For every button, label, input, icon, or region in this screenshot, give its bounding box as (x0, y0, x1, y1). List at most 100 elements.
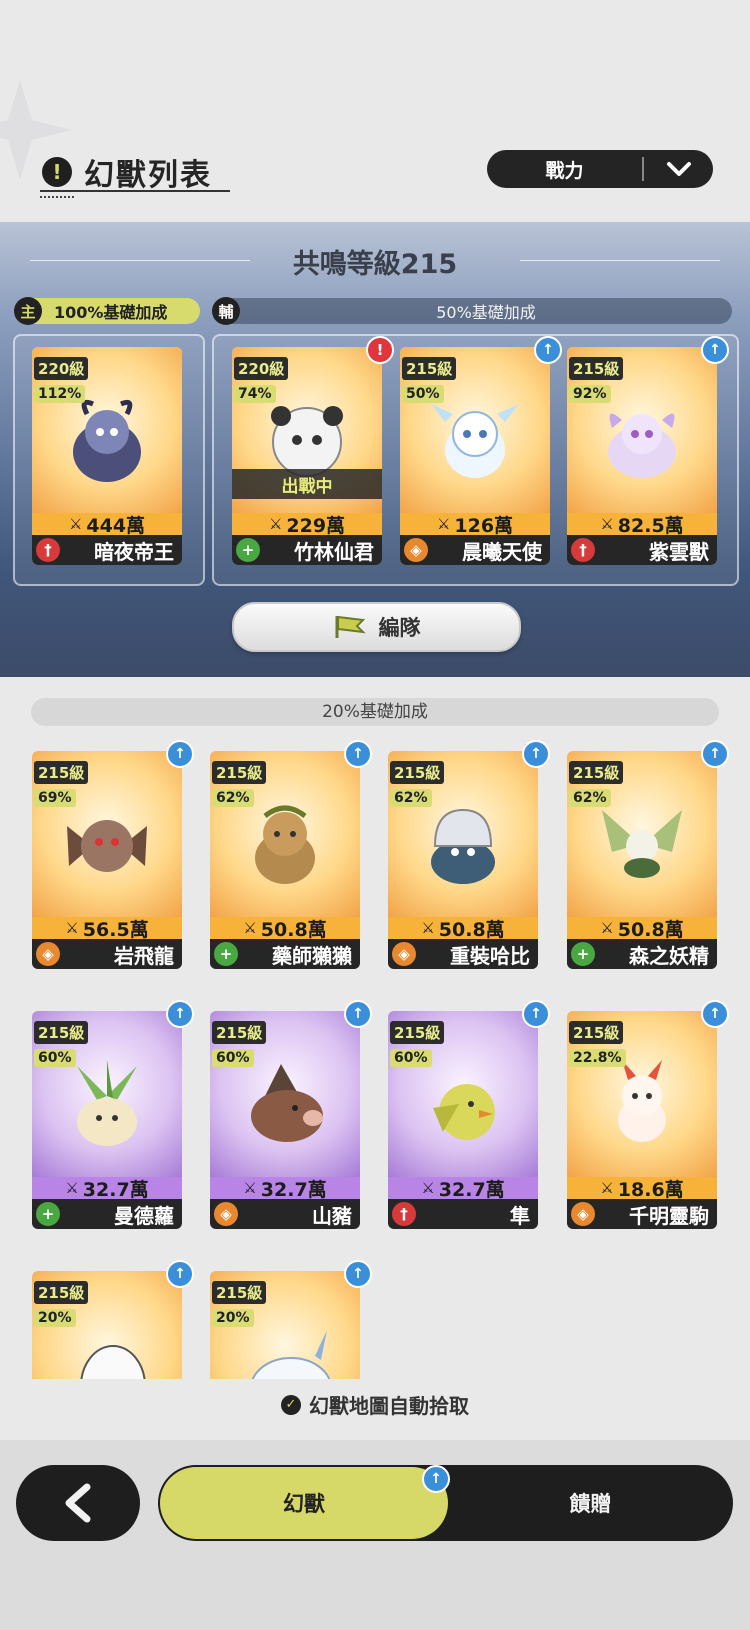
bonus-percent: 62% (212, 789, 254, 807)
beast-portrait (618, 1060, 666, 1142)
level-badge: 215級 (212, 1021, 267, 1044)
bonus-percent: 60% (34, 1049, 76, 1067)
flag-icon (335, 615, 366, 638)
upgrade-arrow-icon[interactable]: ↑ (166, 1000, 194, 1028)
back-button[interactable] (16, 1465, 140, 1541)
attack-role-icon: † (571, 538, 595, 562)
upgrade-arrow-icon[interactable]: ↑ (534, 336, 562, 364)
name-row: ◈ 晨曦天使 (400, 535, 550, 565)
beast-card-main[interactable]: 220級 112% ⚔ 444萬 † 暗夜帝王 (32, 347, 182, 565)
name-row: + 森之妖精 (567, 939, 717, 969)
name-row: + 曼德蘿 (32, 1199, 182, 1229)
upgrade-arrow-icon[interactable]: ↑ (701, 336, 729, 364)
beast-card[interactable]: 215級 60% ⚔ 32.7萬 † 隼 (388, 1011, 538, 1229)
tab-gifts[interactable]: 饋贈 (448, 1467, 733, 1539)
beast-card[interactable]: 215級 62% ⚔ 50.8萬 ◈ 重裝哈比 (388, 751, 538, 969)
defense-role-icon: ◈ (404, 538, 428, 562)
beast-card[interactable]: 215級 69% ⚔ 56.5萬 ◈ 岩飛龍 (32, 751, 182, 969)
power-value: 229萬 (286, 514, 346, 537)
team-formation-button[interactable]: 編隊 (232, 602, 521, 652)
upgrade-arrow-icon[interactable]: ↑ (701, 1000, 729, 1028)
name-row: † 紫雲獸 (567, 535, 717, 565)
beast-name: 曼德蘿 (114, 1203, 174, 1228)
upgrade-arrow-icon[interactable]: ↑ (344, 1260, 372, 1288)
attack-role-icon: † (36, 538, 60, 562)
heal-role-icon: + (571, 942, 595, 966)
beast-card[interactable]: 215級 22.8% ⚔ 18.6萬 ◈ 千明靈駒 (567, 1011, 717, 1229)
beast-card[interactable]: 215級 62% ⚔ 50.8萬 + 森之妖精 (567, 751, 717, 969)
power-icon: ⚔ (421, 1179, 435, 1197)
power-value: 50.8萬 (260, 918, 327, 941)
beast-card[interactable]: 215級 20% (210, 1271, 360, 1379)
tab-beasts[interactable]: 幻獸 (160, 1467, 448, 1539)
name-row: + 藥師獺獺 (210, 939, 360, 969)
main-bonus-text: 100%基礎加成 (54, 303, 168, 322)
power-icon: ⚔ (421, 919, 435, 937)
beast-card[interactable]: 215級 20% (32, 1271, 182, 1379)
power-icon: ⚔ (243, 919, 257, 937)
alert-badge-icon[interactable]: ! (366, 336, 394, 364)
power-row: ⚔ 18.6萬 (567, 1177, 717, 1201)
beast-portrait (77, 1060, 137, 1146)
beast-name: 紫雲獸 (649, 539, 709, 564)
power-row: ⚔ 32.7萬 (32, 1177, 182, 1201)
upgrade-arrow-icon[interactable]: ↑ (344, 1000, 372, 1028)
bonus-percent: 60% (212, 1049, 254, 1067)
level-badge: 215級 (34, 1281, 89, 1304)
name-row: ◈ 重裝哈比 (388, 939, 538, 969)
beast-name: 山豬 (312, 1203, 352, 1228)
power-row: ⚔ 229萬 (232, 513, 382, 537)
beast-card-sub-2[interactable]: 215級 50% ⚔ 126萬 ◈ 晨曦天使 (400, 347, 550, 565)
power-value: 126萬 (454, 514, 514, 537)
beast-card-sub-1[interactable]: 220級 74% 出戰中 ⚔ 229萬 + 竹林仙君 (232, 347, 382, 565)
defense-role-icon: ◈ (214, 1202, 238, 1226)
beast-card-sub-3[interactable]: 215級 92% ⚔ 82.5萬 † 紫雲獸 (567, 347, 717, 565)
upgrade-arrow-icon[interactable]: ↑ (522, 1000, 550, 1028)
bonus-percent: 20% (34, 1309, 76, 1327)
resonance-level-title: 共鳴等級215 (292, 249, 458, 280)
upgrade-arrow-icon[interactable]: ↑ (522, 740, 550, 768)
title-dots (40, 196, 74, 200)
power-icon: ⚔ (68, 515, 83, 533)
bonus-percent: 74% (234, 385, 276, 403)
beast-name: 晨曦天使 (462, 539, 542, 564)
name-row: † 隼 (388, 1199, 538, 1229)
main-bonus-bar: 主 100%基礎加成 (14, 297, 200, 325)
level-badge: 220級 (234, 357, 289, 380)
deployed-status: 出戰中 (232, 469, 382, 499)
power-row: ⚔ 50.8萬 (210, 917, 360, 941)
beast-name: 藥師獺獺 (272, 943, 352, 968)
level-badge: 215級 (569, 1021, 624, 1044)
name-row: + 竹林仙君 (232, 535, 382, 565)
power-icon: ⚔ (243, 1179, 257, 1197)
power-value: 56.5萬 (82, 918, 149, 941)
sub-bonus-bar: 輔 50%基礎加成 (212, 297, 732, 325)
defense-role-icon: ◈ (392, 942, 416, 966)
chevron-down-icon[interactable] (644, 161, 713, 177)
beast-card[interactable]: 215級 60% ⚔ 32.7萬 + 曼德蘿 (32, 1011, 182, 1229)
upgrade-arrow-icon[interactable]: ↑ (344, 740, 372, 768)
upgrade-arrow-icon[interactable]: ↑ (166, 740, 194, 768)
beast-card[interactable]: 215級 62% ⚔ 50.8萬 + 藥師獺獺 (210, 751, 360, 969)
beast-name: 隼 (510, 1203, 530, 1228)
upgrade-arrow-icon[interactable]: ↑ (701, 740, 729, 768)
level-badge: 215級 (34, 761, 89, 784)
sort-label: 戰力 (545, 159, 584, 182)
main-tag: 主 (14, 297, 42, 325)
heal-role-icon: + (214, 942, 238, 966)
power-icon: ⚔ (436, 515, 451, 533)
power-icon: ⚔ (600, 1179, 614, 1197)
beast-card[interactable]: 215級 60% ⚔ 32.7萬 ◈ 山豬 (210, 1011, 360, 1229)
power-value: 50.8萬 (438, 918, 505, 941)
upgrade-arrow-icon[interactable]: ↑ (166, 1260, 194, 1288)
auto-pickup-toggle[interactable]: ✓ 幻獸地圖自動拾取 (0, 1390, 750, 1419)
sort-dropdown[interactable]: 戰力 (487, 150, 713, 188)
beast-name: 森之妖精 (629, 943, 709, 968)
level-badge: 215級 (212, 761, 267, 784)
power-value: 32.7萬 (438, 1178, 505, 1201)
alert-icon[interactable]: ! (42, 157, 72, 187)
bonus-percent: 60% (390, 1049, 432, 1067)
level-badge: 215級 (402, 357, 457, 380)
power-icon: ⚔ (600, 919, 614, 937)
power-value: 32.7萬 (260, 1178, 327, 1201)
